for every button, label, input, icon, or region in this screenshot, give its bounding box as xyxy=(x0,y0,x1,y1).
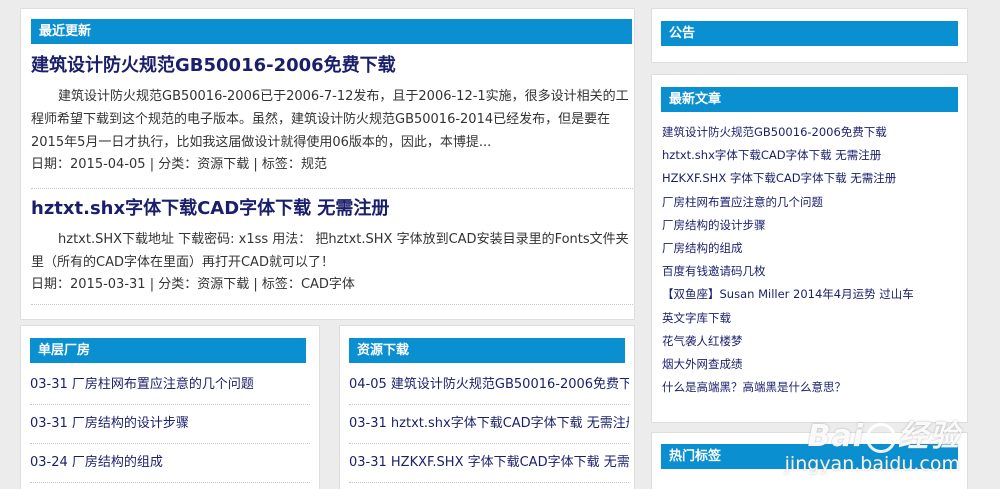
meta-separator: | xyxy=(145,277,159,292)
post-date: 2015-04-05 xyxy=(70,157,146,172)
single-factory-panel: 单层厂房 03-31 厂房柱网布置应注意的几个问题 03-31 厂房结构的设计步… xyxy=(20,325,320,489)
category-label: 分类： xyxy=(158,277,198,292)
meta-separator: | xyxy=(249,277,262,292)
category-label: 分类： xyxy=(158,157,198,172)
post-divider xyxy=(31,188,633,189)
recent-article-link[interactable]: 厂房结构的设计步骤 xyxy=(662,214,962,237)
latest-updates-header: 最近更新 xyxy=(31,19,632,44)
list-item[interactable]: 04-05 建筑设计防火规范GB50016-2006免费下载 xyxy=(349,366,629,405)
notice-header: 公告 xyxy=(661,21,958,46)
list-item[interactable]: 03-31 hztxt.shx字体下载CAD字体下载 无需注册 xyxy=(349,405,629,444)
resources-panel: 资源下载 04-05 建筑设计防火规范GB50016-2006免费下载 03-3… xyxy=(339,325,635,489)
recent-article-link[interactable]: 厂房结构的组成 xyxy=(662,237,962,260)
list-item[interactable]: 03-24 厂房结构的组成 xyxy=(30,444,310,483)
recent-articles-panel: 最新文章 建筑设计防火规范GB50016-2006免费下载 hztxt.shx字… xyxy=(651,74,968,423)
post-item: hztxt.shx字体下载CAD字体下载 无需注册 hztxt.SHX下载地址 … xyxy=(31,198,633,295)
watermark-logo: Bai 经验 xyxy=(785,411,960,455)
recent-article-link[interactable]: 【双鱼座】Susan Miller 2014年4月运势 过山车 xyxy=(662,283,962,306)
post-category-link[interactable]: 资源下载 xyxy=(197,277,249,292)
notice-panel: 公告 xyxy=(651,8,968,63)
post-title-link[interactable]: hztxt.shx字体下载CAD字体下载 无需注册 xyxy=(31,198,633,220)
post-title-link[interactable]: 建筑设计防火规范GB50016-2006免费下载 xyxy=(31,55,633,77)
recent-articles-header: 最新文章 xyxy=(661,87,958,112)
watermark-logo-left: Bai xyxy=(807,419,864,454)
post-meta: 日期：2015-04-05 | 分类：资源下载 | 标签：规范 xyxy=(31,155,633,175)
meta-separator: | xyxy=(145,157,159,172)
post-item: 建筑设计防火规范GB50016-2006免费下载 建筑设计防火规范GB50016… xyxy=(31,55,633,175)
recent-article-link[interactable]: 花气袭人红楼梦 xyxy=(662,330,962,353)
single-factory-header: 单层厂房 xyxy=(30,338,306,363)
recent-article-link[interactable]: 建筑设计防火规范GB50016-2006免费下载 xyxy=(662,121,962,144)
post-divider xyxy=(31,304,633,305)
list-item[interactable]: 03-31 厂房结构的设计步骤 xyxy=(30,405,310,444)
date-label: 日期： xyxy=(31,277,71,292)
recent-article-link[interactable]: 烟大外网查成绩 xyxy=(662,353,962,376)
recent-article-link[interactable]: 什么是高端黑？高端黑是什么意思？ xyxy=(662,376,962,399)
post-date: 2015-03-31 xyxy=(70,277,146,292)
tag-label: 标签： xyxy=(261,277,301,292)
watermark-url: jingyan.baidu.com xyxy=(784,453,960,475)
tag-label: 标签： xyxy=(261,157,301,172)
post-tag-link[interactable]: 规范 xyxy=(301,157,327,172)
single-factory-list: 03-31 厂房柱网布置应注意的几个问题 03-31 厂房结构的设计步骤 03-… xyxy=(30,366,310,483)
post-category-link[interactable]: 资源下载 xyxy=(197,157,249,172)
paw-icon xyxy=(866,422,896,453)
watermark-logo-right: 经验 xyxy=(898,419,960,454)
post-tag-link[interactable]: CAD字体 xyxy=(301,277,355,292)
post-excerpt: 建筑设计防火规范GB50016-2006已于2006-7-12发布，且于2006… xyxy=(31,89,629,150)
date-label: 日期： xyxy=(31,157,71,172)
recent-article-link[interactable]: 厂房柱网布置应注意的几个问题 xyxy=(662,191,962,214)
recent-article-link[interactable]: 百度有钱邀请码几枚 xyxy=(662,260,962,283)
latest-updates-panel: 最近更新 建筑设计防火规范GB50016-2006免费下载 建筑设计防火规范GB… xyxy=(20,8,635,320)
meta-separator: | xyxy=(249,157,262,172)
resources-header: 资源下载 xyxy=(349,338,625,363)
resources-list: 04-05 建筑设计防火规范GB50016-2006免费下载 03-31 hzt… xyxy=(349,366,629,483)
post-excerpt: hztxt.SHX下载地址 下载密码: x1ss 用法： 把hztxt.SHX … xyxy=(31,232,629,270)
list-item[interactable]: 03-31 HZKXF.SHX 字体下载CAD字体下载 无需注册 xyxy=(349,444,629,483)
baidu-jingyan-watermark: Bai 经验 jingyan.baidu.com xyxy=(785,411,960,475)
recent-articles-list: 建筑设计防火规范GB50016-2006免费下载 hztxt.shx字体下载CA… xyxy=(662,121,962,399)
recent-article-link[interactable]: HZKXF.SHX 字体下载CAD字体下载 无需注册 xyxy=(662,167,962,190)
post-meta: 日期：2015-03-31 | 分类：资源下载 | 标签：CAD字体 xyxy=(31,275,633,295)
recent-article-link[interactable]: hztxt.shx字体下载CAD字体下载 无需注册 xyxy=(662,144,962,167)
recent-article-link[interactable]: 英文字库下载 xyxy=(662,307,962,330)
list-item[interactable]: 03-31 厂房柱网布置应注意的几个问题 xyxy=(30,366,310,405)
